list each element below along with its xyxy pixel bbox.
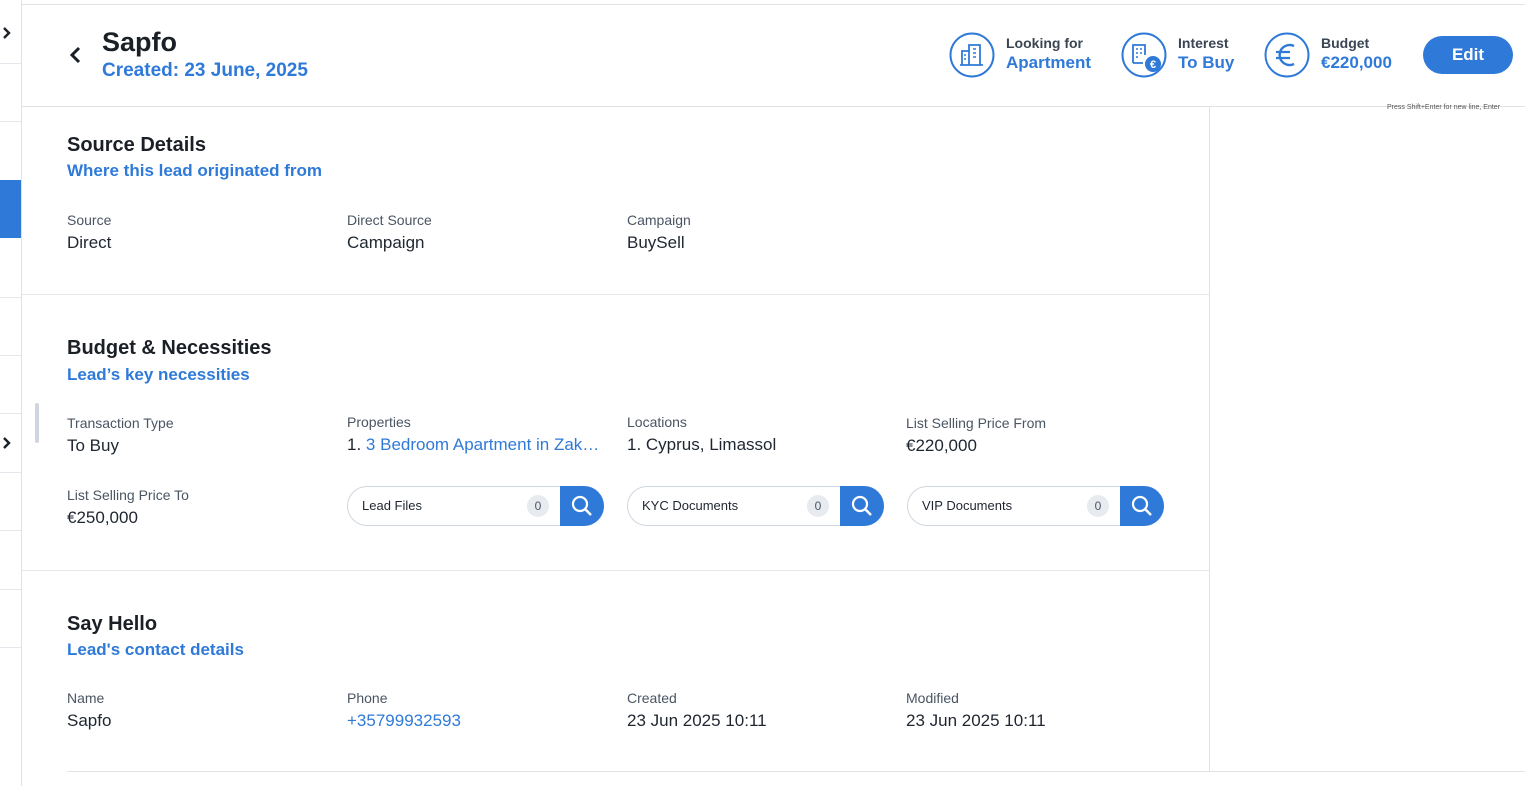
contact-section-subtitle: Lead's contact details bbox=[67, 640, 244, 659]
field-value: To Buy bbox=[67, 436, 119, 455]
lead-detail-page: Sapfo Created: 23 June, 2025 Looking for… bbox=[0, 0, 1525, 786]
field-label: Locations bbox=[627, 414, 687, 430]
field-value: 1. Cyprus, Limassol bbox=[627, 435, 777, 454]
price-from-field: List Selling Price From €220,000 bbox=[906, 415, 1046, 456]
lead-header: Sapfo Created: 23 June, 2025 Looking for… bbox=[22, 5, 1525, 107]
field-value: 1. 3 Bedroom Apartment in Zak… bbox=[347, 435, 599, 455]
field-label: Source bbox=[67, 212, 112, 228]
lead-name: Sapfo bbox=[102, 27, 178, 57]
field-value: Sapfo bbox=[67, 711, 112, 730]
search-icon bbox=[1131, 495, 1152, 516]
field-label: Phone bbox=[347, 690, 388, 706]
interest-value: To Buy bbox=[1178, 53, 1235, 72]
locations-field: Locations 1. Cyprus, Limassol bbox=[627, 414, 776, 455]
field-label: Transaction Type bbox=[67, 415, 174, 431]
rail-divider bbox=[0, 63, 21, 64]
property-index: 1. bbox=[347, 435, 362, 454]
field-label: Properties bbox=[347, 414, 411, 430]
field-value: 23 Jun 2025 10:11 bbox=[627, 711, 767, 730]
rail-active-item[interactable] bbox=[0, 180, 21, 238]
field-label: List Selling Price To bbox=[67, 487, 189, 503]
lead-files-pill[interactable]: Lead Files 0 bbox=[347, 486, 604, 526]
field-label: Campaign bbox=[627, 212, 691, 228]
budget-section-subtitle: Lead’s key necessities bbox=[67, 365, 250, 384]
properties-field: Properties 1. 3 Bedroom Apartment in Zak… bbox=[347, 414, 599, 455]
edit-button[interactable]: Edit bbox=[1423, 36, 1513, 74]
budget-section-title: Budget & Necessities bbox=[67, 337, 272, 359]
budget-label: Budget bbox=[1321, 35, 1370, 51]
looking-for-label: Looking for bbox=[1006, 35, 1083, 51]
count-badge: 0 bbox=[1087, 495, 1109, 517]
field-label: Modified bbox=[906, 690, 959, 706]
back-arrow-icon[interactable] bbox=[66, 45, 84, 65]
property-link[interactable]: 3 Bedroom Apartment in Zak… bbox=[366, 435, 599, 454]
field-label: Created bbox=[627, 690, 677, 706]
rail-divider bbox=[0, 355, 21, 356]
source-section-title: Source Details bbox=[67, 134, 206, 156]
field-value: BuySell bbox=[627, 233, 685, 252]
source-field: Source Direct bbox=[67, 212, 111, 253]
rail-divider bbox=[0, 413, 21, 414]
field-value: 23 Jun 2025 10:11 bbox=[906, 711, 1046, 730]
direct-source-field: Direct Source Campaign bbox=[347, 212, 432, 253]
kyc-documents-pill[interactable]: KYC Documents 0 bbox=[627, 486, 884, 526]
name-field: Name Sapfo bbox=[67, 690, 111, 731]
bottom-divider bbox=[67, 771, 1525, 772]
rail-divider bbox=[0, 647, 21, 648]
section-divider bbox=[22, 570, 1209, 571]
scroll-handle[interactable] bbox=[35, 403, 39, 443]
rail-divider bbox=[0, 530, 21, 531]
field-value: €250,000 bbox=[67, 508, 138, 527]
rail-divider bbox=[0, 297, 21, 298]
building-icon bbox=[949, 32, 995, 78]
input-hint: Press Shift+Enter for new line, Enter bbox=[1387, 104, 1501, 111]
rail-divider bbox=[0, 589, 21, 590]
created-field: Created 23 Jun 2025 10:11 bbox=[627, 690, 767, 731]
interest-buy-icon: € bbox=[1121, 32, 1167, 78]
chevron-right-icon[interactable] bbox=[1, 26, 13, 40]
svg-text:€: € bbox=[1150, 59, 1156, 71]
pill-label: Lead Files bbox=[362, 498, 422, 513]
chevron-right-icon[interactable] bbox=[1, 436, 13, 450]
search-button[interactable] bbox=[560, 486, 604, 526]
looking-for-value: Apartment bbox=[1006, 53, 1092, 72]
field-label: Name bbox=[67, 690, 105, 706]
right-panel-divider bbox=[1209, 107, 1210, 771]
contact-section-title: Say Hello bbox=[67, 613, 158, 635]
pill-label: KYC Documents bbox=[642, 498, 739, 513]
phone-field: Phone +35799932593 bbox=[347, 690, 461, 731]
field-value: Direct bbox=[67, 233, 112, 252]
price-to-field: List Selling Price To €250,000 bbox=[67, 487, 189, 528]
field-label: List Selling Price From bbox=[906, 415, 1047, 431]
modified-field: Modified 23 Jun 2025 10:11 bbox=[906, 690, 1046, 731]
field-value: Campaign bbox=[347, 233, 425, 252]
campaign-field: Campaign BuySell bbox=[627, 212, 691, 253]
interest-label: Interest bbox=[1178, 35, 1229, 51]
search-icon bbox=[571, 495, 592, 516]
count-badge: 0 bbox=[807, 495, 829, 517]
search-button[interactable] bbox=[1120, 486, 1164, 526]
euro-icon bbox=[1264, 32, 1310, 78]
rail-divider bbox=[0, 472, 21, 473]
transaction-type-field: Transaction Type To Buy bbox=[67, 415, 174, 456]
pill-label: VIP Documents bbox=[922, 498, 1013, 513]
section-divider bbox=[22, 294, 1209, 295]
rail-divider bbox=[0, 121, 21, 122]
field-label: Direct Source bbox=[347, 212, 432, 228]
vip-documents-pill[interactable]: VIP Documents 0 bbox=[907, 486, 1164, 526]
count-badge: 0 bbox=[527, 495, 549, 517]
search-icon bbox=[851, 495, 872, 516]
left-rail bbox=[0, 0, 22, 786]
budget-value: €220,000 bbox=[1321, 53, 1392, 72]
source-section-subtitle: Where this lead originated from bbox=[67, 161, 323, 180]
phone-link[interactable]: +35799932593 bbox=[347, 711, 461, 731]
created-date: Created: 23 June, 2025 bbox=[102, 60, 308, 81]
search-button[interactable] bbox=[840, 486, 884, 526]
field-value: €220,000 bbox=[906, 436, 977, 455]
